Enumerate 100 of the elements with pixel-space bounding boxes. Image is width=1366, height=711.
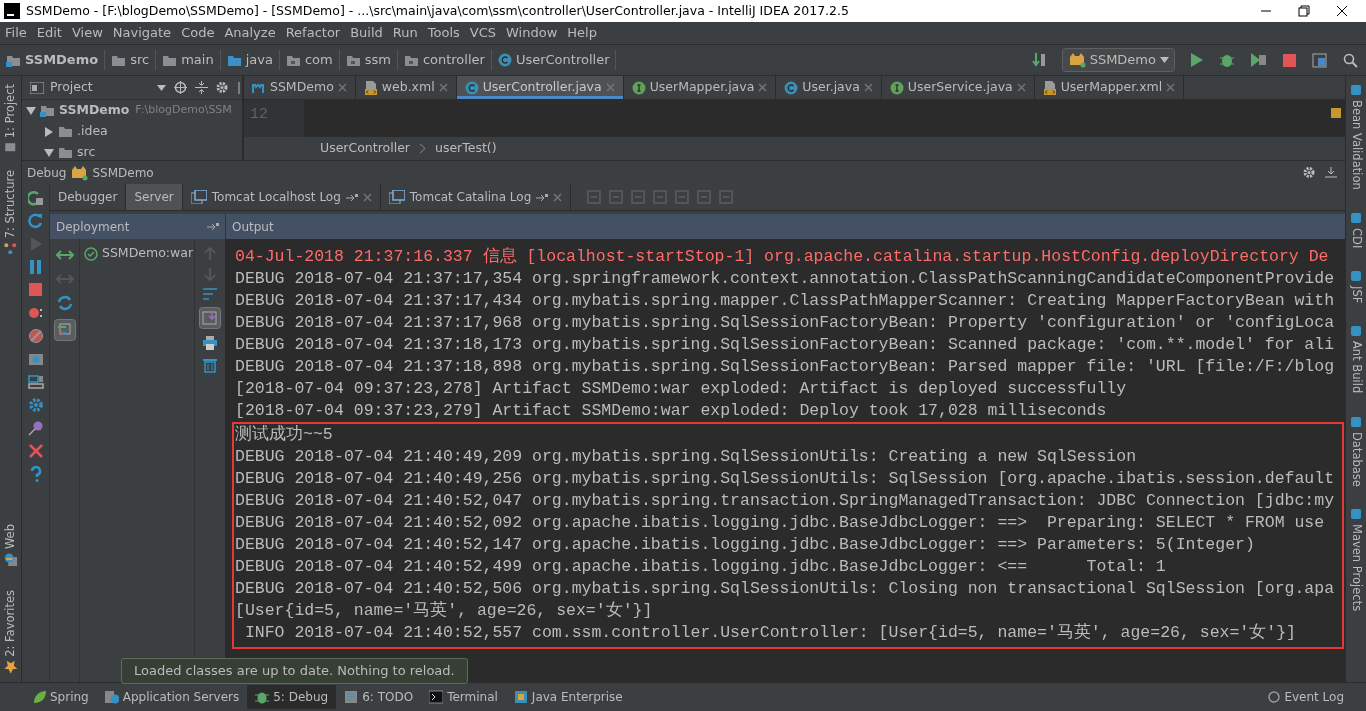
project-view-icon — [30, 81, 44, 94]
tool-window-tab[interactable]: Terminal — [421, 685, 506, 709]
bug-icon — [255, 690, 270, 704]
event-log-icon — [1268, 691, 1281, 703]
tool-window-button[interactable]: JSF — [1347, 266, 1365, 308]
soft-wrap-icon[interactable] — [202, 287, 218, 301]
run-configuration-dropdown[interactable]: SSMDemo — [1061, 48, 1175, 72]
menu-item[interactable]: Edit — [31, 23, 67, 43]
tree-item[interactable]: .idea — [22, 121, 242, 142]
editor-tab[interactable]: UserMapper.java — [623, 76, 777, 99]
breadcrumb-item[interactable]: UserController — [320, 139, 410, 158]
tree-item[interactable]: SSMDemo F:\blogDemo\SSM — [22, 100, 242, 121]
caret-icon[interactable] — [156, 84, 166, 91]
breadcrumb-item[interactable]: ssm — [345, 50, 398, 70]
restart-icon[interactable] — [27, 213, 44, 229]
search-icon[interactable] — [1343, 52, 1358, 68]
cat-icon — [1067, 52, 1086, 68]
menu-item[interactable]: Tools — [422, 23, 465, 43]
breadcrumb-item[interactable]: main — [162, 50, 221, 70]
breadcrumb-item[interactable]: java — [226, 50, 280, 70]
menu-item[interactable]: File — [0, 23, 32, 43]
console-line: DEBUG 2018-07-04 21:40:52,506 org.mybatis.spring.SqlSessionUtils: Closing non transactional SqlSession [org.apa — [235, 578, 1335, 600]
stop-icon[interactable] — [27, 282, 44, 298]
tool-window-tab[interactable]: Spring — [24, 685, 97, 709]
trash-icon[interactable] — [202, 357, 218, 373]
editor-tab[interactable]: User.java — [776, 76, 882, 99]
menu-item[interactable]: VCS — [464, 23, 502, 43]
menu-item[interactable]: Analyze — [219, 23, 281, 43]
tool-icon — [1350, 211, 1362, 224]
xml-file-icon — [1042, 80, 1057, 95]
log-icon — [388, 190, 405, 204]
locate-icon[interactable] — [173, 81, 187, 94]
menu-item[interactable]: View — [66, 23, 108, 43]
tool-window-tab[interactable]: 6: TODO — [336, 685, 422, 709]
tool-window-button[interactable]: Maven Projects — [1347, 504, 1365, 616]
collapse-icon[interactable] — [194, 81, 208, 94]
pin-icon[interactable] — [207, 222, 219, 231]
breadcrumb-item[interactable]: controller — [403, 50, 492, 70]
editor-tab[interactable]: SSMDemo — [244, 76, 356, 99]
pin-icon[interactable] — [536, 192, 549, 202]
menu-item[interactable]: Build — [345, 23, 388, 43]
settings-icon[interactable] — [27, 397, 44, 413]
console-line: 04-Jul-2018 21:37:16.337 信息 [localhost-startStop-1] org.apache.catalina.startup.HostConfig.deployDirectory De — [235, 246, 1329, 268]
artifacts-icon[interactable] — [53, 319, 76, 341]
menu-item[interactable]: Run — [387, 23, 423, 43]
tool-window-button[interactable]: 7: Structure — [1, 166, 20, 259]
tree-item[interactable]: src — [22, 142, 242, 160]
tool-window-tab[interactable]: Event Log — [1260, 685, 1352, 709]
camera-icon[interactable] — [27, 351, 44, 367]
layout-icon[interactable] — [27, 374, 44, 390]
project-structure-icon[interactable] — [1312, 52, 1327, 68]
menu-item[interactable]: Navigate — [107, 23, 177, 43]
pause-icon[interactable] — [27, 259, 44, 275]
tool-window-button[interactable]: CDI — [1347, 207, 1365, 253]
tooltip: Loaded classes are up to date. Nothing to reload. — [121, 658, 468, 684]
run-icon[interactable] — [1191, 53, 1203, 67]
menu-item[interactable]: Refactor — [280, 23, 346, 43]
editor-tab[interactable]: UserService.java — [881, 76, 1035, 99]
breadcrumb-item[interactable]: src — [111, 50, 157, 70]
print-icon[interactable] — [202, 335, 218, 351]
view-dropdown[interactable]: Project — [50, 78, 93, 97]
editor-tab[interactable]: web.xml — [355, 76, 457, 99]
pin-icon[interactable] — [345, 192, 358, 202]
panel-tab[interactable]: Tomcat Catalina Log — [380, 184, 572, 210]
coverage-icon[interactable] — [1251, 53, 1267, 67]
restore-icon[interactable] — [1298, 5, 1310, 17]
settings-icon[interactable] — [1303, 166, 1317, 179]
tool-window-button[interactable]: 1: Project — [1, 80, 20, 159]
panel-tab[interactable]: Tomcat Localhost Log — [182, 184, 381, 210]
menu-item[interactable]: Window — [501, 23, 563, 43]
breakpoints-icon[interactable] — [27, 305, 44, 321]
stop-icon[interactable] — [1283, 53, 1296, 67]
breadcrumb-item[interactable]: SSMDemo — [6, 50, 106, 70]
settings-icon[interactable] — [215, 81, 230, 94]
tool-window-button[interactable]: Bean Validation — [1347, 80, 1365, 194]
editor-tab[interactable]: UserController.java — [456, 76, 624, 99]
tool-window-tab[interactable]: Application Servers — [96, 685, 248, 709]
tool-window-button[interactable]: Web — [1, 520, 20, 571]
panel-tab[interactable]: Server — [126, 184, 183, 210]
cat-icon — [70, 164, 89, 181]
pin-icon[interactable] — [27, 420, 44, 436]
rerun-icon[interactable] — [27, 190, 44, 206]
tool-window-tab[interactable]: Java Enterprise — [505, 685, 631, 709]
tool-window-button[interactable]: Database — [1347, 411, 1365, 491]
tool-window-button[interactable]: Ant Build — [1347, 321, 1365, 398]
breadcrumb-item[interactable]: com — [285, 50, 340, 70]
debug-icon[interactable] — [1219, 52, 1235, 68]
breadcrumb-item[interactable]: UserController — [497, 50, 617, 70]
editor-tab[interactable]: UserMapper.xml — [1034, 76, 1185, 99]
tool-window-tab[interactable]: 5: Debug — [247, 685, 337, 709]
deployment-item[interactable]: SSMDemo:war — [80, 243, 194, 264]
menu-item[interactable]: Code — [176, 23, 220, 43]
build-icon[interactable] — [1031, 52, 1046, 68]
tool-window-button[interactable]: 2: Favorites — [1, 586, 20, 678]
scroll-to-end-icon[interactable] — [199, 307, 221, 329]
update-icon[interactable] — [56, 295, 73, 311]
close-icon[interactable] — [1336, 5, 1348, 17]
breadcrumb-item[interactable]: userTest() — [435, 139, 497, 158]
menu-item[interactable]: Help — [562, 23, 602, 43]
mute-breakpoints-icon[interactable] — [27, 328, 44, 344]
